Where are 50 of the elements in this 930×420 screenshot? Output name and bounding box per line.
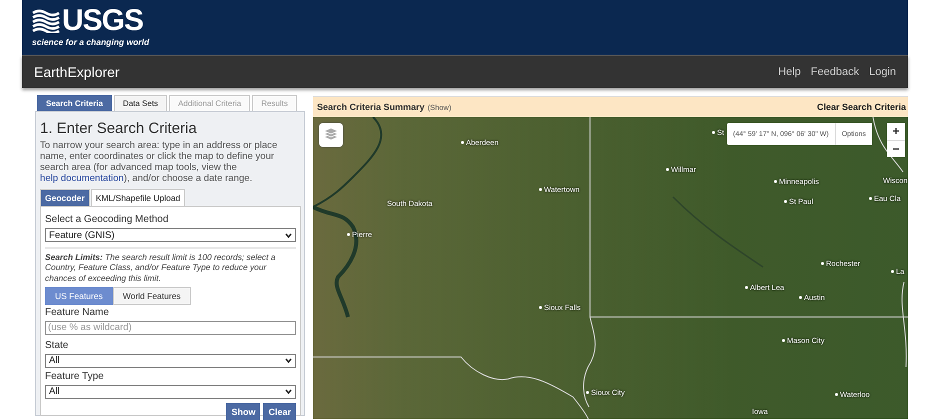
city-dot-icon [745, 286, 748, 289]
tab[interactable]: Data Sets [114, 95, 168, 111]
chevron-down-icon [285, 389, 292, 394]
logo-tagline: science for a changing world [32, 37, 150, 48]
city-dot-icon [712, 131, 715, 134]
city-dot-icon [782, 339, 785, 342]
nav-link[interactable]: Login [869, 66, 896, 78]
city-dot-icon [891, 270, 894, 273]
field-label: State [45, 340, 70, 352]
summary-title: Search Criteria Summary [317, 102, 425, 112]
city-dot-icon [869, 197, 872, 200]
action-button[interactable]: Clear [263, 402, 296, 420]
city-dot-icon [835, 393, 838, 396]
city-dot-icon [347, 233, 350, 236]
zoom-out-button[interactable]: − [887, 140, 905, 157]
field-label: Feature Type [45, 370, 105, 383]
method-dropdown[interactable]: Feature (GNIS) [45, 228, 296, 242]
toggle-button[interactable]: World Features [112, 286, 191, 305]
subtab[interactable]: KML/Shapefile Upload [90, 189, 186, 206]
logo-text: USGS [62, 6, 144, 36]
city-dot-icon [774, 180, 777, 183]
help-link[interactable]: help documentation [40, 173, 124, 184]
city-dot-icon [784, 200, 787, 203]
field-label: Feature Name [45, 306, 110, 319]
feature-type-dropdown[interactable]: All [45, 384, 296, 399]
feature-name-field[interactable]: (use % as wildcard) [45, 320, 296, 335]
subtab[interactable]: Geocoder [40, 189, 90, 206]
chevron-down-icon [285, 232, 292, 238]
action-button[interactable]: Show [226, 402, 260, 420]
city-dot-icon [666, 168, 669, 171]
waves-logo-icon [32, 9, 60, 33]
app-title: EarthExplorer [34, 64, 121, 80]
city-dot-icon [586, 391, 589, 394]
city-dot-icon [821, 262, 824, 265]
state-dropdown[interactable]: All [45, 354, 296, 368]
nav-link[interactable]: Help [778, 66, 801, 78]
satellite-map[interactable] [313, 117, 908, 419]
search-limits-note: Search Limits: The search result limit is 100 records; select a Country, Feature Class, and/or Feature Type to reduce your chances of exceeding this limit. [45, 252, 276, 283]
panel-heading: 1. Enter Search Criteria [40, 120, 198, 137]
city-dot-icon [799, 296, 802, 299]
field-label: Select a Geocoding Method [45, 214, 170, 226]
city-dot-icon [539, 188, 542, 191]
clear-criteria-link[interactable]: Clear Search Criteria [816, 102, 906, 112]
city-dot-icon [539, 306, 542, 309]
chevron-down-icon [285, 358, 292, 364]
instructions-text: To narrow your search area: type in an address or place name, enter coordinates or click the map to define your search area (for advanced map tools, view the help documentation), and/or choose a date range. [40, 140, 278, 184]
city-dot-icon [461, 141, 464, 144]
tab[interactable]: Search Criteria [37, 95, 112, 111]
layers-button[interactable] [319, 123, 343, 147]
nav-link[interactable]: Feedback [810, 66, 860, 78]
